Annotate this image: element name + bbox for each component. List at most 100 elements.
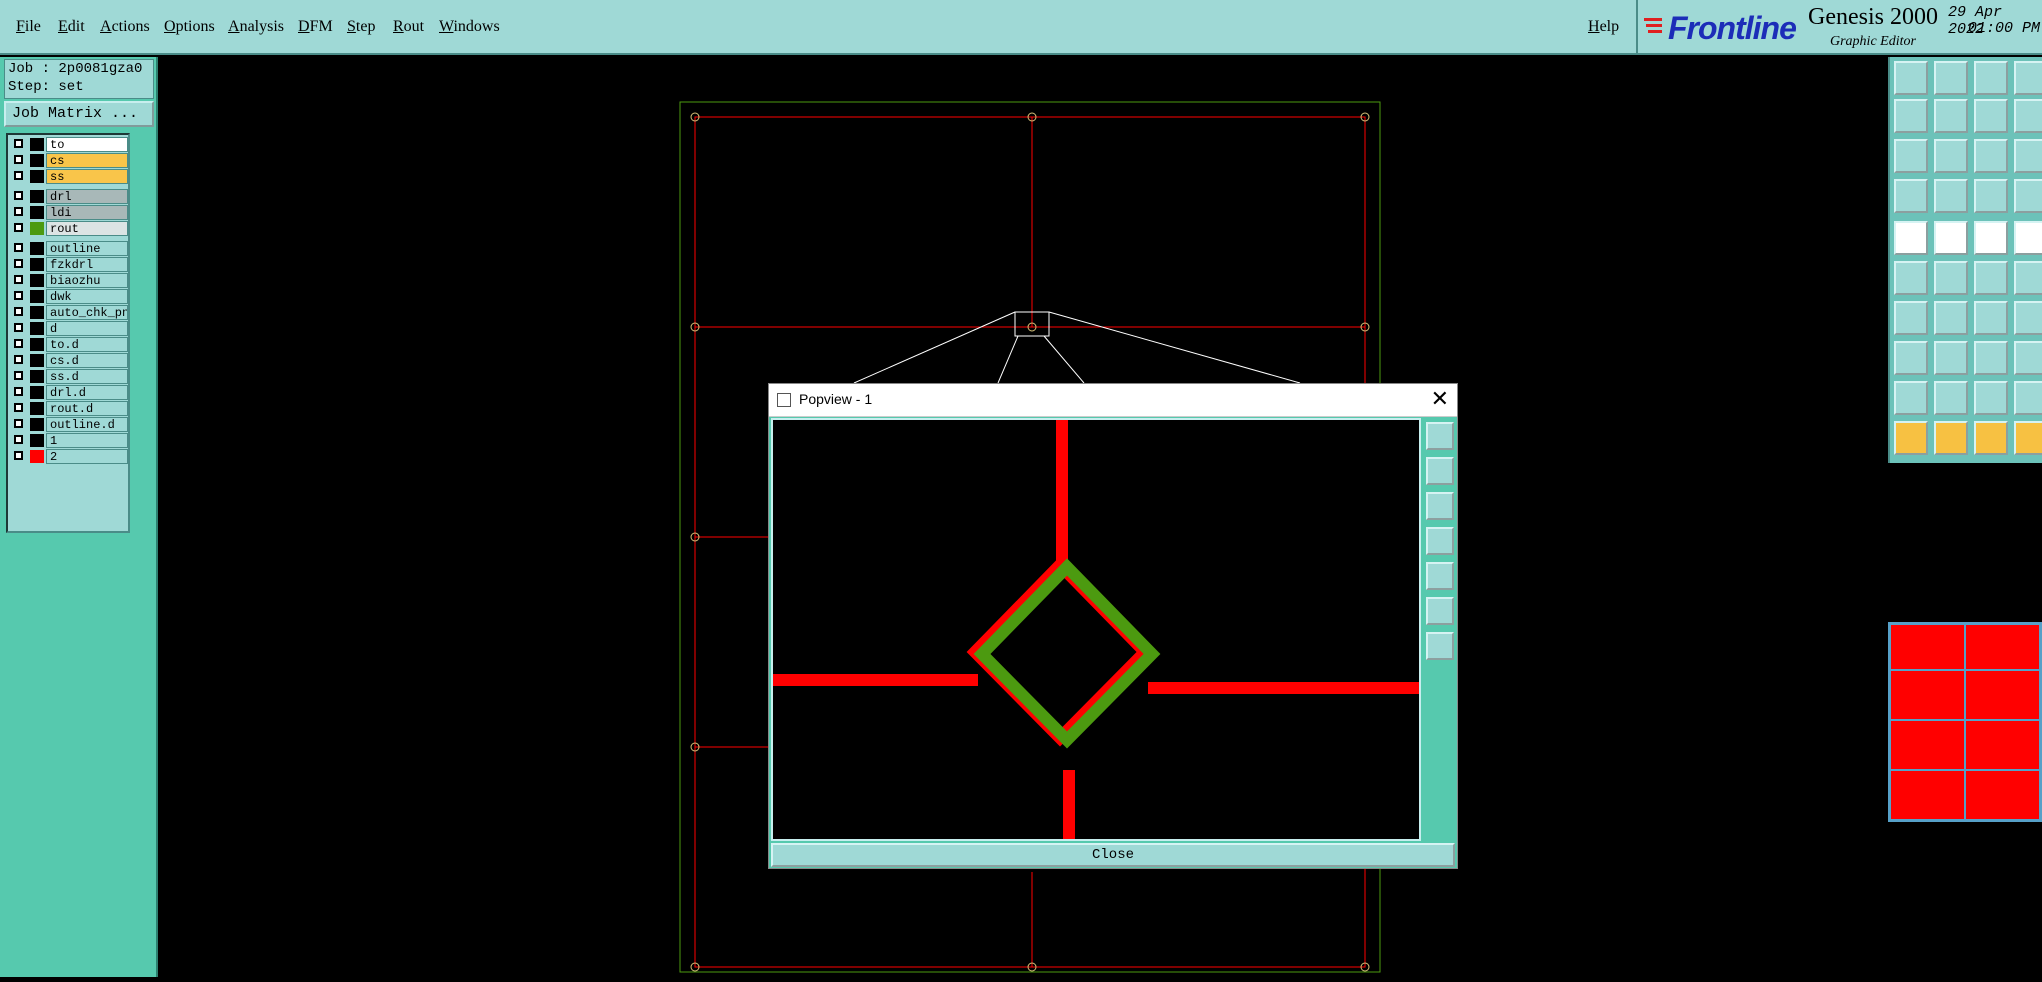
layer-checkbox[interactable] bbox=[14, 387, 23, 396]
layer-checkbox[interactable] bbox=[14, 223, 23, 232]
window-icon[interactable] bbox=[2014, 61, 2042, 95]
menu-analysis[interactable]: Analysis bbox=[228, 18, 284, 36]
snap-icon[interactable] bbox=[2014, 99, 2042, 133]
zoom-left-icon[interactable] bbox=[1426, 527, 1454, 555]
zoom-fit-icon[interactable] bbox=[1894, 139, 1928, 173]
menu-windows[interactable]: Windows bbox=[439, 18, 500, 36]
zoom-reset-icon[interactable] bbox=[1426, 632, 1454, 660]
arc-icon[interactable] bbox=[1974, 301, 2008, 335]
home-icon[interactable] bbox=[1974, 61, 2008, 95]
layer-row[interactable]: cs bbox=[10, 153, 128, 168]
group-icon[interactable] bbox=[2014, 341, 2042, 375]
layer-checkbox[interactable] bbox=[14, 139, 23, 148]
layer-checkbox[interactable] bbox=[14, 291, 23, 300]
cross-icon[interactable] bbox=[1934, 261, 1968, 295]
outline-alt-icon[interactable] bbox=[2014, 381, 2042, 415]
zoom-down-icon[interactable] bbox=[1426, 492, 1454, 520]
zoom-right-icon[interactable] bbox=[1426, 562, 1454, 590]
layer-checkbox[interactable] bbox=[14, 191, 23, 200]
layer-checkbox[interactable] bbox=[14, 323, 23, 332]
popview-canvas[interactable] bbox=[771, 418, 1421, 841]
triangle-icon[interactable] bbox=[1894, 381, 1928, 415]
close-button[interactable]: Close bbox=[771, 843, 1455, 867]
layer-row[interactable]: ss.d bbox=[10, 369, 128, 384]
layer-checkbox[interactable] bbox=[14, 307, 23, 316]
layer-checkbox[interactable] bbox=[14, 419, 23, 428]
layer-row[interactable]: ss bbox=[10, 169, 128, 184]
layer-row[interactable]: outline.d bbox=[10, 417, 128, 432]
layer-row[interactable]: auto_chk_pn bbox=[10, 305, 128, 320]
layer-checkbox[interactable] bbox=[14, 355, 23, 364]
circle-icon[interactable] bbox=[2014, 221, 2042, 255]
multi-select-icon[interactable] bbox=[2014, 421, 2042, 455]
job-matrix-button[interactable]: Job Matrix ... bbox=[4, 101, 154, 127]
add-pad-icon[interactable] bbox=[1894, 221, 1928, 255]
layer-checkbox[interactable] bbox=[14, 171, 23, 180]
zoom-up-icon[interactable] bbox=[1426, 457, 1454, 485]
layer-row[interactable]: drl bbox=[10, 189, 128, 204]
layer-row[interactable]: rout bbox=[10, 221, 128, 236]
split-icon[interactable] bbox=[2014, 301, 2042, 335]
angle-icon[interactable] bbox=[1894, 301, 1928, 335]
move-down-icon[interactable] bbox=[1934, 61, 1968, 95]
layer-row[interactable]: biaozhu bbox=[10, 273, 128, 288]
layer-row[interactable]: 1 bbox=[10, 433, 128, 448]
layer-row[interactable]: cs.d bbox=[10, 353, 128, 368]
diagonal-icon[interactable] bbox=[1934, 301, 1968, 335]
measure-icon[interactable] bbox=[1934, 179, 1968, 213]
layers-icon[interactable] bbox=[1974, 179, 2008, 213]
close-icon[interactable]: ✕ bbox=[1431, 387, 1449, 411]
ruler-icon[interactable] bbox=[1974, 221, 2008, 255]
layer-row[interactable]: to.d bbox=[10, 337, 128, 352]
peak-icon[interactable] bbox=[1934, 381, 1968, 415]
redo-icon[interactable] bbox=[1974, 99, 2008, 133]
minimap[interactable] bbox=[1888, 622, 2042, 822]
lasso-icon[interactable] bbox=[1974, 421, 2008, 455]
zoom-window-icon[interactable] bbox=[1426, 422, 1454, 450]
layer-checkbox[interactable] bbox=[14, 275, 23, 284]
layer-row[interactable]: to bbox=[10, 137, 128, 152]
pan-right-icon[interactable] bbox=[1934, 99, 1968, 133]
layer-row[interactable]: 2 bbox=[10, 449, 128, 464]
layer-row[interactable]: drl.d bbox=[10, 385, 128, 400]
config-icon[interactable] bbox=[1894, 179, 1928, 213]
menu-edit[interactable]: Edit bbox=[58, 18, 85, 36]
layer-checkbox[interactable] bbox=[14, 155, 23, 164]
menu-dfm[interactable]: DFM bbox=[298, 18, 333, 36]
bracket-icon[interactable] bbox=[1974, 341, 2008, 375]
menu-options[interactable]: Options bbox=[164, 18, 215, 36]
pad-select-icon[interactable] bbox=[1894, 341, 1928, 375]
layer-checkbox[interactable] bbox=[14, 435, 23, 444]
menu-rout[interactable]: Rout bbox=[393, 18, 424, 36]
scale-icon[interactable] bbox=[1974, 139, 2008, 173]
zoom-fit-icon[interactable] bbox=[1426, 597, 1454, 625]
layer-checkbox[interactable] bbox=[14, 243, 23, 252]
node-icon[interactable] bbox=[1894, 261, 1928, 295]
layers-alt-icon[interactable] bbox=[2014, 179, 2042, 213]
help-icon[interactable] bbox=[2014, 139, 2042, 173]
dash-icon[interactable] bbox=[1934, 341, 1968, 375]
layer-row[interactable]: fzkdrl bbox=[10, 257, 128, 272]
zoom-in-icon[interactable] bbox=[1934, 139, 1968, 173]
connect-icon[interactable] bbox=[1974, 261, 2008, 295]
layer-checkbox[interactable] bbox=[14, 259, 23, 268]
layer-row[interactable]: dwk bbox=[10, 289, 128, 304]
menu-help[interactable]: Help bbox=[1588, 18, 1619, 36]
move-up-icon[interactable] bbox=[1894, 61, 1928, 95]
menu-file[interactable]: File bbox=[16, 18, 41, 36]
menu-actions[interactable]: Actions bbox=[100, 18, 150, 36]
select-icon[interactable] bbox=[1934, 421, 1968, 455]
layer-checkbox[interactable] bbox=[14, 339, 23, 348]
layer-checkbox[interactable] bbox=[14, 371, 23, 380]
pan-left-icon[interactable] bbox=[1894, 99, 1928, 133]
outline-icon[interactable] bbox=[1974, 381, 2008, 415]
popview-titlebar[interactable]: Popview - 1 ✕ bbox=[769, 384, 1457, 417]
add-line-icon[interactable] bbox=[1934, 221, 1968, 255]
layer-row[interactable]: ldi bbox=[10, 205, 128, 220]
menu-step[interactable]: Step bbox=[347, 18, 375, 36]
layer-row[interactable]: outline bbox=[10, 241, 128, 256]
connect-alt-icon[interactable] bbox=[2014, 261, 2042, 295]
layer-row[interactable]: rout.d bbox=[10, 401, 128, 416]
layer-checkbox[interactable] bbox=[14, 451, 23, 460]
layer-row[interactable]: d bbox=[10, 321, 128, 336]
